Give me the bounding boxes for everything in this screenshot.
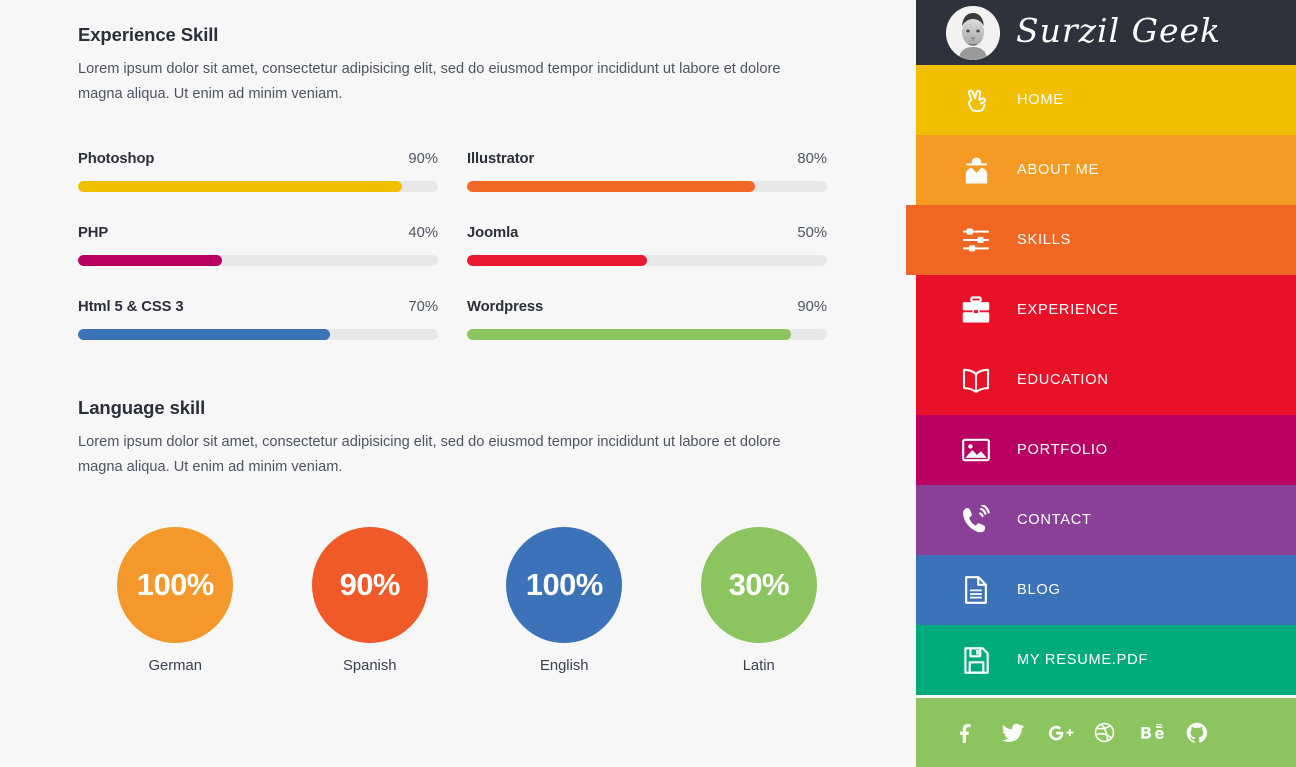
skill-progress-track — [467, 255, 827, 266]
skill-percent: 90% — [797, 299, 827, 315]
sidebar-social-bar — [916, 698, 1296, 767]
skill-name: Joomla — [467, 225, 519, 241]
sidebar: Surzil Geek HOME ABOUT ME SKILLS EXPERIENCE… — [906, 0, 1296, 767]
sidebar-item-blog[interactable]: BLOG — [916, 555, 1296, 625]
brand-name: Surzil Geek — [1016, 11, 1222, 50]
dribbble-icon[interactable] — [1094, 722, 1140, 743]
image-icon — [956, 433, 996, 467]
sidebar-item-home[interactable]: HOME — [916, 65, 1296, 135]
sidebar-item-label: EXPERIENCE — [1017, 302, 1119, 318]
skill-progress-fill — [467, 181, 755, 192]
experience-skill-title: Experience Skill — [78, 24, 219, 45]
skill-item: Wordpress 90% — [467, 299, 827, 340]
skill-progress-track — [467, 329, 827, 340]
skill-header: Photoshop 90% — [78, 151, 438, 167]
sidebar-item-skills[interactable]: SKILLS — [906, 205, 1296, 275]
document-icon — [956, 573, 996, 607]
sidebar-item-experience[interactable]: EXPERIENCE — [916, 275, 1296, 345]
sidebar-item-label: EDUCATION — [1017, 372, 1109, 388]
language-skill-title: Language skill — [78, 397, 206, 418]
skill-item: Photoshop 90% — [78, 151, 438, 192]
skill-percent: 80% — [797, 151, 827, 167]
experience-skill-description: Lorem ipsum dolor sit amet, consectetur … — [78, 61, 781, 102]
language-item: 90% Spanish — [273, 527, 468, 674]
sidebar-item-about-me[interactable]: ABOUT ME — [916, 135, 1296, 205]
language-percent-circle: 100% — [117, 527, 234, 643]
sidebar-item-contact[interactable]: CONTACT — [916, 485, 1296, 555]
peace-hand-icon — [956, 83, 996, 117]
twitter-icon[interactable] — [1002, 723, 1048, 743]
skill-header: Joomla 50% — [467, 225, 827, 241]
skill-name: PHP — [78, 225, 109, 241]
skill-item: PHP 40% — [78, 225, 438, 266]
skill-name: Photoshop — [78, 151, 155, 167]
skill-progress-fill — [467, 329, 791, 340]
skill-percent: 70% — [408, 299, 438, 315]
language-label: German — [148, 658, 202, 674]
sidebar-item-label: HOME — [1017, 92, 1064, 108]
skill-progress-track — [467, 181, 827, 192]
language-percent-circle: 90% — [311, 527, 428, 643]
sidebar-item-education[interactable]: EDUCATION — [916, 345, 1296, 415]
behance-icon[interactable] — [1140, 723, 1186, 743]
language-item: 100% English — [467, 527, 662, 674]
sidebar-item-label: MY RESUME.PDF — [1017, 652, 1149, 668]
sidebar-item-label: BLOG — [1017, 582, 1061, 598]
sidebar-item-my-resume-pdf[interactable]: MY RESUME.PDF — [916, 625, 1296, 695]
sidebar-menu: HOME ABOUT ME SKILLS EXPERIENCE EDUCATION POR… — [906, 65, 1296, 695]
user-avatar-photo — [946, 5, 1000, 60]
skill-progress-track — [78, 255, 438, 266]
skill-progress-fill — [78, 181, 402, 192]
skill-name: Wordpress — [467, 299, 544, 315]
skill-percent: 90% — [408, 151, 438, 167]
skill-bars-grid: Photoshop 90% Illustrator 80% PHP 40% Joomla 50… — [78, 151, 856, 373]
facebook-icon[interactable] — [956, 723, 1002, 743]
phone-ring-icon — [956, 503, 996, 537]
floppy-disk-icon — [956, 643, 996, 677]
language-label: Spanish — [343, 658, 397, 674]
skill-percent: 40% — [408, 225, 438, 241]
skill-header: Illustrator 80% — [467, 151, 827, 167]
sliders-icon — [956, 223, 996, 257]
skill-header: PHP 40% — [78, 225, 438, 241]
google-plus-icon[interactable] — [1048, 723, 1094, 743]
skill-progress-fill — [467, 255, 647, 266]
skill-name: Illustrator — [467, 151, 535, 167]
skill-progress-fill — [78, 329, 330, 340]
sidebar-item-portfolio[interactable]: PORTFOLIO — [916, 415, 1296, 485]
main-content: Experience Skill Lorem ipsum dolor sit a… — [0, 0, 916, 767]
skill-progress-track — [78, 329, 438, 340]
sidebar-item-label: CONTACT — [1017, 512, 1092, 528]
language-percent-circle: 100% — [506, 527, 623, 643]
sidebar-item-label: SKILLS — [1017, 232, 1071, 248]
skill-item: Illustrator 80% — [467, 151, 827, 192]
page-root: Experience Skill Lorem ipsum dolor sit a… — [0, 0, 1296, 767]
skill-progress-track — [78, 181, 438, 192]
open-book-icon — [956, 363, 996, 397]
skill-name: Html 5 & CSS 3 — [78, 299, 184, 315]
language-percent-circle: 30% — [700, 527, 817, 643]
skill-item: Joomla 50% — [467, 225, 827, 266]
language-item: 30% Latin — [662, 527, 857, 674]
language-item: 100% German — [78, 527, 273, 674]
skill-progress-fill — [78, 255, 222, 266]
skill-header: Wordpress 90% — [467, 299, 827, 315]
language-label: Latin — [742, 658, 775, 674]
skill-header: Html 5 & CSS 3 70% — [78, 299, 438, 315]
briefcase-icon — [956, 293, 996, 327]
sidebar-item-label: PORTFOLIO — [1017, 442, 1108, 458]
language-label: English — [539, 658, 589, 674]
language-skill-description: Lorem ipsum dolor sit amet, consectetur … — [78, 434, 781, 475]
github-icon[interactable] — [1186, 722, 1232, 743]
spy-person-icon — [956, 153, 996, 187]
sidebar-item-label: ABOUT ME — [1017, 162, 1099, 178]
skill-item: Html 5 & CSS 3 70% — [78, 299, 438, 340]
sidebar-brand-header: Surzil Geek — [916, 0, 1296, 65]
skill-percent: 50% — [797, 225, 827, 241]
language-circles-row: 100% German 90% Spanish 100% English 30% Latin — [78, 527, 856, 674]
